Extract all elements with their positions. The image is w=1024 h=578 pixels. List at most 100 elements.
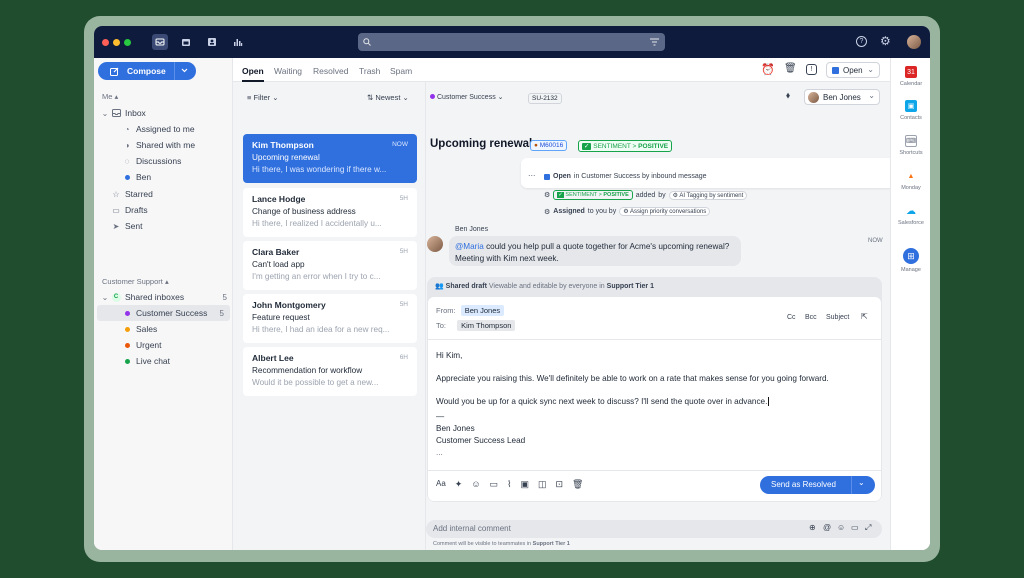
filter-button[interactable]: ≡ Filter ⌄: [247, 93, 279, 102]
users-icon: 👥: [435, 283, 444, 290]
assignee-dropdown[interactable]: Ben Jones ⌄: [804, 89, 880, 105]
mention[interactable]: @Maria: [455, 242, 484, 251]
maximize-window-dot[interactable]: [124, 39, 131, 46]
popout-icon[interactable]: ⇱: [861, 312, 868, 321]
list-item[interactable]: Albert Lee Recommendation for workflow W…: [243, 347, 417, 396]
tab-waiting[interactable]: Waiting: [274, 66, 302, 76]
team-badge-icon: C: [111, 292, 121, 302]
close-window-dot[interactable]: [102, 39, 109, 46]
ticket-id-badge: SU-2132: [528, 93, 562, 104]
cc-button[interactable]: Cc: [787, 314, 796, 321]
sparkle-icon[interactable]: ✦: [455, 479, 463, 490]
contacts-icon[interactable]: [204, 34, 220, 50]
tab-resolved[interactable]: Resolved: [313, 66, 348, 76]
sidebar-item-starred[interactable]: ☆ Starred: [94, 187, 233, 201]
gear-icon[interactable]: ⚙: [880, 34, 891, 48]
comment-time: NOW: [868, 238, 883, 244]
rail-app-calendar[interactable]: 31 Calendar: [891, 66, 930, 87]
search-filter-icon[interactable]: [650, 38, 659, 46]
comment-author: Ben Jones: [455, 226, 489, 233]
gif-icon[interactable]: ▭: [851, 523, 859, 532]
sidebar-item-sent[interactable]: ➤ Sent: [94, 219, 233, 233]
chevron-down-icon: ⌄: [101, 292, 109, 302]
list-item[interactable]: Clara Baker Can't load app I'm getting a…: [243, 241, 417, 290]
me-section-header[interactable]: Me ▴: [102, 92, 118, 101]
sidebar-item-sales[interactable]: Sales: [94, 322, 233, 336]
add-icon[interactable]: ⊕: [809, 523, 816, 532]
alert-icon[interactable]: !: [806, 64, 817, 75]
trash-icon[interactable]: 🗑: [572, 479, 583, 490]
status-dropdown[interactable]: Open ⌄: [826, 62, 880, 78]
calendar-icon[interactable]: [178, 34, 194, 50]
chevron-down-icon[interactable]: ⌄: [858, 478, 865, 487]
tag-icon[interactable]: ⬧: [786, 90, 790, 101]
sidebar-item-assigned-to-me[interactable]: ◔ Assigned to me: [94, 122, 233, 136]
rail-app-salesforce[interactable]: ☁ Salesforce: [891, 205, 930, 226]
assign-rule[interactable]: ⚙ Assign priority conversations: [619, 207, 711, 216]
customer-support-section-header[interactable]: Customer Support ▴: [102, 277, 169, 286]
sidebar-item-ben[interactable]: Ben: [94, 170, 233, 184]
list-item[interactable]: John Montgomery Feature request Hi there…: [243, 294, 417, 343]
sidebar-item-urgent[interactable]: Urgent: [94, 338, 233, 352]
to-chip[interactable]: Kim Thompson: [457, 320, 516, 331]
sidebar-item-shared-with-me[interactable]: ◑ Shared with me: [94, 138, 233, 152]
chat-bubble-icon: ◌: [124, 156, 130, 166]
grid-icon: ⊞: [903, 248, 919, 264]
event-assigned: ⚙ Assigned to you by ⚙ Assign priority co…: [544, 207, 711, 216]
rail-app-manage[interactable]: ⊞ Manage: [891, 248, 930, 273]
emoji-icon[interactable]: ☺: [837, 523, 845, 532]
user-avatar[interactable]: [907, 35, 921, 49]
insert-icon[interactable]: ▣: [520, 479, 529, 490]
reply-body[interactable]: Hi Kim, Appreciate you raising this. We'…: [436, 350, 876, 459]
expand-icon[interactable]: ⤢: [865, 523, 871, 533]
sidebar-item-live-chat[interactable]: Live chat: [94, 354, 233, 368]
subject-button[interactable]: Subject: [826, 314, 849, 321]
send-as-resolved-button[interactable]: Send as Resolved ⌄: [760, 476, 875, 494]
ticket-tag[interactable]: ● M60016: [530, 140, 568, 151]
sort-button[interactable]: ⇅ Newest ⌄: [367, 93, 409, 102]
compose-button[interactable]: Compose: [98, 62, 196, 80]
users-icon: ◑: [124, 140, 130, 150]
inbox-icon[interactable]: [152, 34, 168, 50]
bcc-button[interactable]: Bcc: [805, 314, 817, 321]
tab-trash[interactable]: Trash: [359, 66, 380, 76]
gif-icon[interactable]: ▭: [490, 479, 499, 490]
inbox-selector[interactable]: Customer Success ⌄: [430, 93, 504, 101]
sidebar-item-inbox[interactable]: ⌄ Inbox: [94, 106, 233, 120]
tab-spam[interactable]: Spam: [390, 66, 412, 76]
help-icon[interactable]: ?: [856, 36, 867, 47]
salesforce-icon: ☁: [905, 205, 917, 217]
internal-comment-input[interactable]: Add internal comment ⊕ @ ☺ ▭ ⤢: [426, 520, 882, 538]
from-chip[interactable]: Ben Jones: [460, 305, 505, 316]
search-input[interactable]: [358, 33, 665, 51]
chevron-down-icon[interactable]: [181, 68, 188, 73]
star-icon: ☆: [112, 189, 120, 199]
rail-app-contacts[interactable]: ▣ Contacts: [891, 100, 930, 121]
template-icon[interactable]: ◫: [538, 479, 547, 490]
emoji-icon[interactable]: ☺: [471, 479, 480, 490]
sidebar-item-shared-inboxes[interactable]: ⌄ C Shared inboxes 5: [94, 290, 233, 304]
list-item[interactable]: Kim Thompson Upcoming renewal Hi there, …: [243, 134, 417, 183]
mention-icon[interactable]: @: [823, 523, 831, 532]
trash-icon[interactable]: 🗑: [784, 63, 797, 74]
rail-app-monday[interactable]: ▲ Monday: [891, 170, 930, 191]
conversation-title: Upcoming renewal: [430, 138, 533, 150]
gear-icon: ⚙: [544, 192, 551, 199]
sentiment-tag[interactable]: ✓ SENTIMENT > POSITIVE: [578, 140, 673, 152]
chevron-down-icon: ⌄: [868, 91, 875, 100]
rail-app-shortcuts[interactable]: ⌨ Shortcuts: [891, 135, 930, 156]
snooze-icon[interactable]: ⏰: [761, 63, 775, 76]
keyboard-icon: ⌨: [905, 135, 917, 147]
minimize-window-dot[interactable]: [113, 39, 120, 46]
text-format-icon[interactable]: Aa: [436, 479, 446, 490]
paperclip-icon[interactable]: ⌇: [507, 479, 511, 490]
sidebar-item-drafts[interactable]: ▭ Drafts: [94, 203, 233, 217]
analytics-icon[interactable]: [230, 34, 246, 50]
event-opened: Open in Customer Success by inbound messa…: [544, 173, 707, 180]
ai-tagging-rule[interactable]: ⚙ AI Tagging by sentiment: [668, 190, 748, 200]
tab-open[interactable]: Open: [242, 66, 264, 76]
sidebar-item-discussions[interactable]: ◌ Discussions: [94, 154, 233, 168]
sidebar-item-customer-success[interactable]: Customer Success 5: [97, 305, 230, 321]
schedule-icon[interactable]: ⊡: [556, 479, 564, 490]
list-item[interactable]: Lance Hodge Change of business address H…: [243, 188, 417, 237]
